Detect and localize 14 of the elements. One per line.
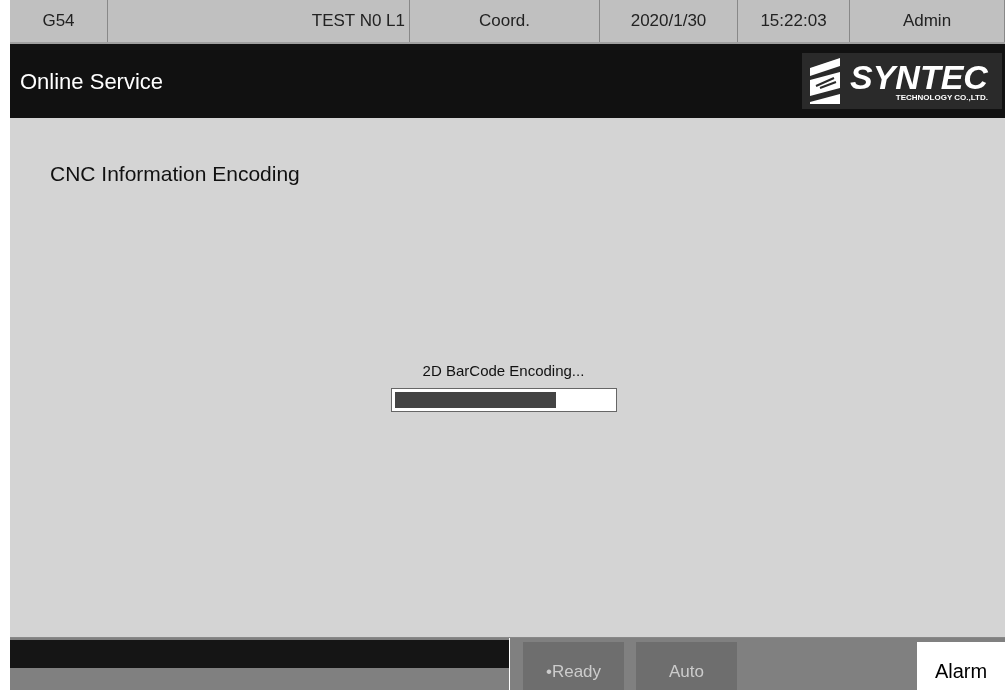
alarm-button[interactable]: Alarm <box>917 642 1005 690</box>
progress-label: 2D BarCode Encoding... <box>422 360 585 381</box>
mode-button[interactable]: Auto <box>636 642 737 690</box>
mode-button[interactable]: •Ready <box>523 642 624 690</box>
page-heading: CNC Information Encoding <box>50 161 301 187</box>
status-cell: G54 <box>10 0 108 42</box>
status-cell: Coord. <box>410 0 600 42</box>
logo-name: SYNTEC <box>850 60 988 94</box>
status-cell: 15:22:03 <box>738 0 850 42</box>
status-cell: TEST N0 L1 <box>108 0 410 42</box>
status-cell: Admin <box>850 0 1005 42</box>
status-cell: 2020/1/30 <box>600 0 738 42</box>
header-title: Online Service <box>20 67 164 96</box>
logo-subtitle: TECHNOLOGY CO.,LTD. <box>895 94 988 102</box>
